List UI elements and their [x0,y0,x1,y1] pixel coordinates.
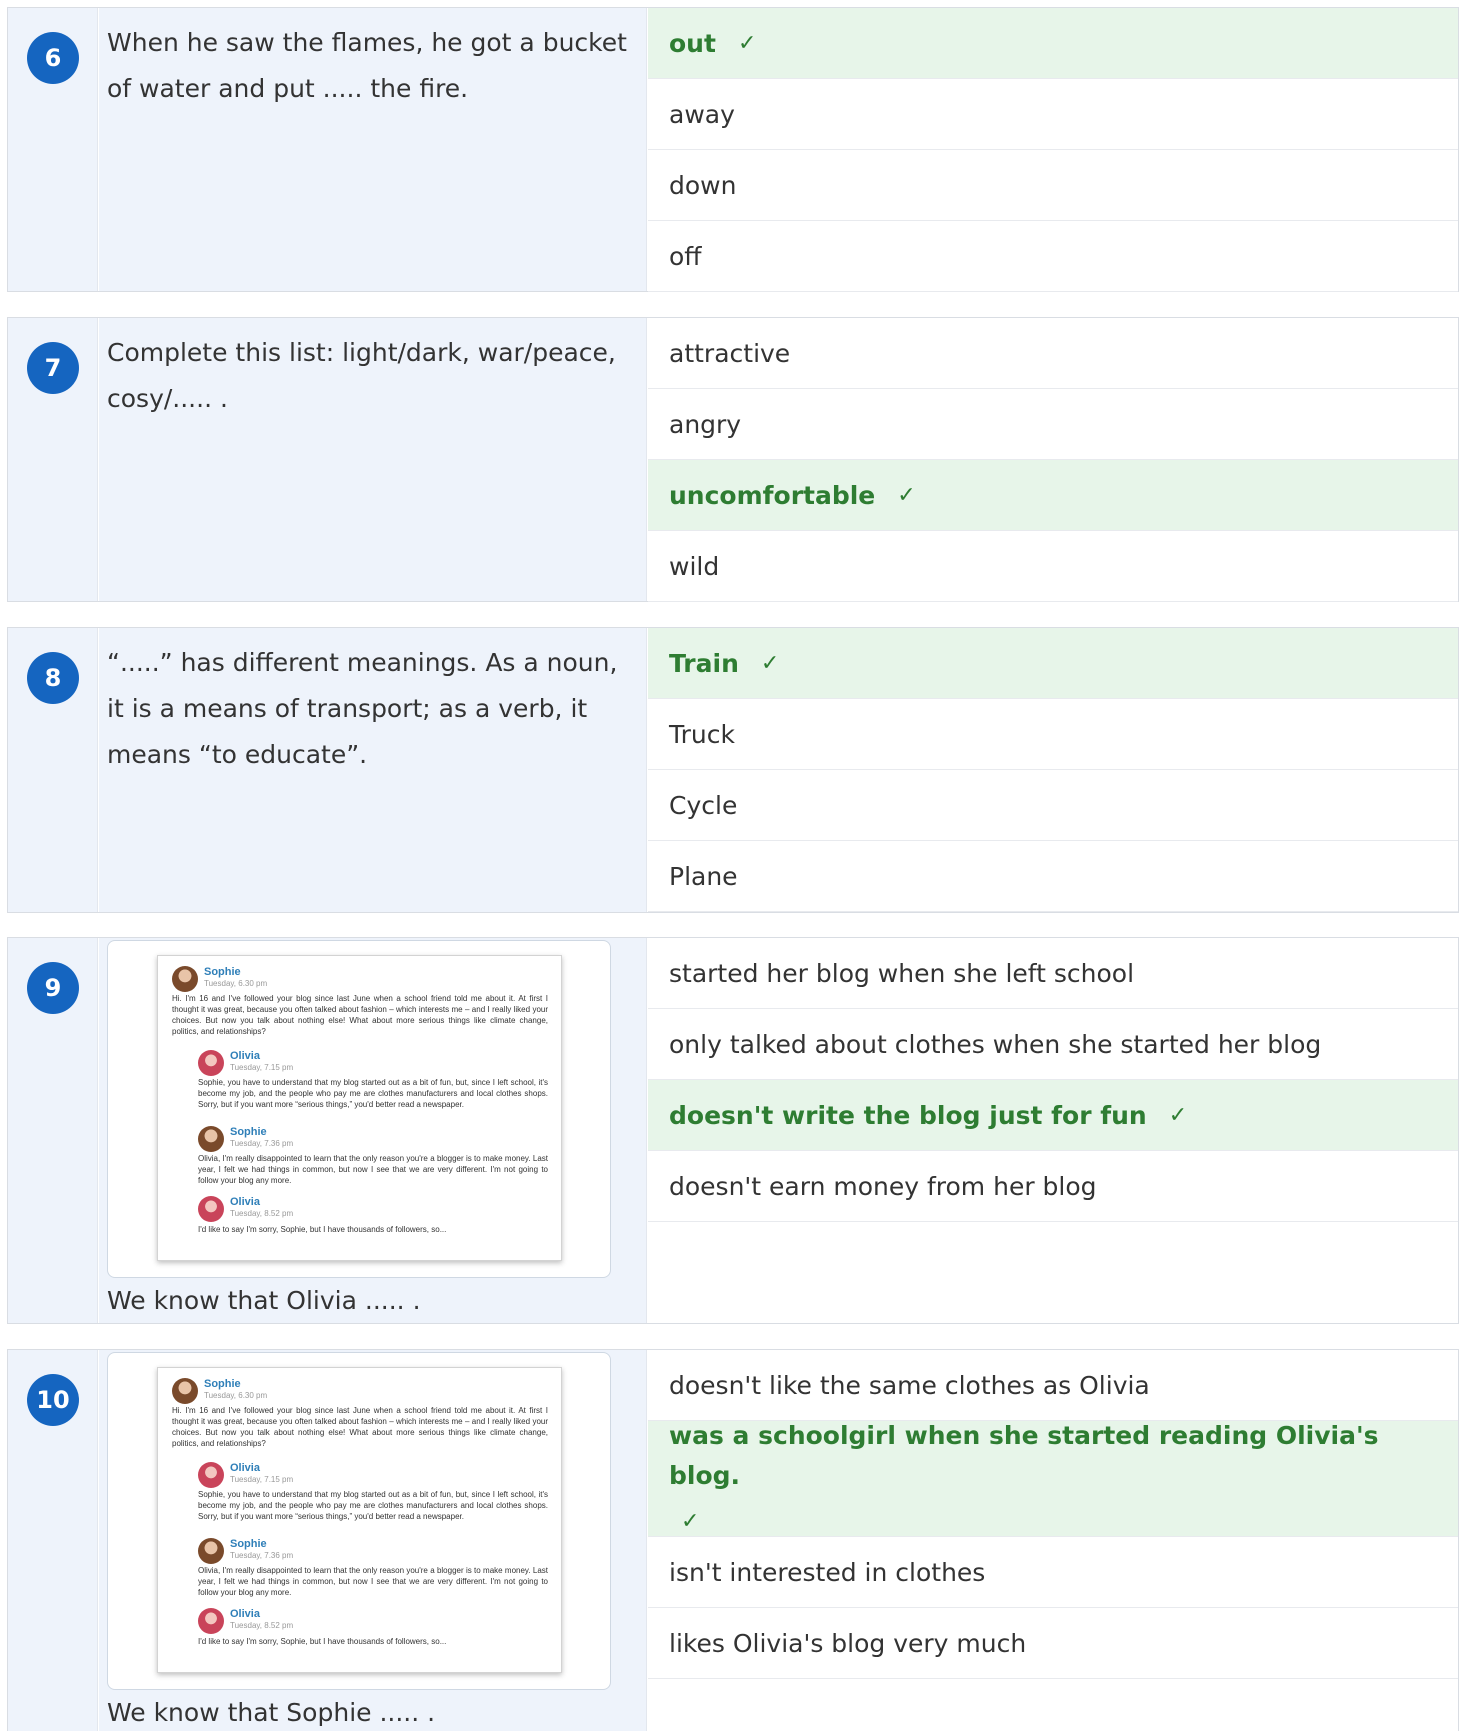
message-text: Sophie, you have to understand that my b… [198,1490,548,1521]
check-icon: ✓ [897,482,916,508]
question-text-cell: When he saw the flames, he got a bucket … [99,8,647,291]
avatar [198,1538,224,1564]
message-time: Tuesday, 6.30 pm [204,1391,268,1400]
option-label: out [669,28,716,58]
answer-option[interactable]: off [648,221,1458,292]
question-number-cell: 8 [8,628,98,912]
answer-option[interactable]: Cycle [648,770,1458,841]
avatar [198,1608,224,1634]
question-card-9: 9 Sophie Tuesday, 6.30 pm Hi. I'm 16 and… [7,937,1459,1324]
avatar [198,1050,224,1076]
answer-options: out ✓ away down off [648,8,1458,292]
answer-options: attractive angry uncomfortable ✓ wild [648,318,1458,602]
question-number-cell: 9 [8,938,98,1323]
blog-post-image: Sophie Tuesday, 6.30 pm Hi. I'm 16 and I… [157,955,562,1261]
question-prompt: “.....” has different meanings. As a nou… [107,648,618,769]
avatar [198,1462,224,1488]
message-author: Olivia [230,1462,260,1474]
answer-option[interactable]: away [648,79,1458,150]
question-card-7: 7 Complete this list: light/dark, war/pe… [7,317,1459,602]
message-text: Olivia, I'm really disappointed to learn… [198,1566,548,1597]
message-author: Sophie [204,966,241,978]
answer-options: doesn't like the same clothes as Olivia … [648,1350,1458,1731]
option-label: was a schoolgirl when she started readin… [669,1420,1379,1490]
message-time: Tuesday, 8.52 pm [230,1621,294,1630]
question-text-cell: Sophie Tuesday, 6.30 pm Hi. I'm 16 and I… [99,1350,647,1731]
answer-options: started her blog when she left school on… [648,938,1458,1323]
answer-option[interactable]: Truck [648,699,1458,770]
avatar [198,1196,224,1222]
answer-option[interactable]: attractive [648,318,1458,389]
question-number-badge: 9 [27,962,79,1014]
question-caption: We know that Olivia ..... . [107,1286,421,1315]
answer-option-correct[interactable]: doesn't write the blog just for fun ✓ [648,1080,1458,1151]
answer-option[interactable]: down [648,150,1458,221]
message-author: Olivia [230,1196,260,1208]
check-icon: ✓ [681,1508,700,1534]
answer-option-correct[interactable]: uncomfortable ✓ [648,460,1458,531]
avatar [198,1126,224,1152]
blog-image-thumbnail[interactable]: Sophie Tuesday, 6.30 pm Hi. I'm 16 and I… [107,940,611,1278]
answer-option[interactable]: isn't interested in clothes [648,1537,1458,1608]
question-text-cell: Complete this list: light/dark, war/peac… [99,318,647,601]
answer-option[interactable]: only talked about clothes when she start… [648,1009,1458,1080]
answer-option[interactable]: angry [648,389,1458,460]
message-text: Hi. I'm 16 and I've followed your blog s… [172,994,548,1036]
message-time: Tuesday, 6.30 pm [204,979,268,988]
answer-option[interactable]: wild [648,531,1458,602]
answer-option[interactable]: Plane [648,841,1458,912]
question-number-cell: 10 [8,1350,98,1731]
message-text: Sophie, you have to understand that my b… [198,1078,548,1109]
option-label: Train [669,648,739,678]
question-card-8: 8 “.....” has different meanings. As a n… [7,627,1459,913]
message-text: I'd like to say I'm sorry, Sophie, but I… [198,1225,447,1234]
question-number-cell: 7 [8,318,98,601]
answer-option-correct[interactable]: was a schoolgirl when she started readin… [648,1421,1458,1537]
question-prompt: When he saw the flames, he got a bucket … [107,28,627,103]
message-time: Tuesday, 7.36 pm [230,1551,294,1560]
message-time: Tuesday, 8.52 pm [230,1209,294,1218]
answer-option[interactable]: likes Olivia's blog very much [648,1608,1458,1679]
question-text-cell: “.....” has different meanings. As a nou… [99,628,647,912]
question-card-10: 10 Sophie Tuesday, 6.30 pm Hi. I'm 16 an… [7,1349,1459,1731]
message-time: Tuesday, 7.15 pm [230,1063,294,1072]
check-icon: ✓ [1168,1102,1188,1128]
question-number-badge: 7 [27,342,79,394]
answer-option[interactable]: started her blog when she left school [648,938,1458,1009]
question-prompt: Complete this list: light/dark, war/peac… [107,338,616,413]
check-icon: ✓ [737,30,757,56]
check-icon: ✓ [760,650,780,676]
avatar [172,966,198,992]
answer-option[interactable]: doesn't earn money from her blog [648,1151,1458,1222]
question-number-cell: 6 [8,8,98,291]
question-number-badge: 10 [27,1374,79,1426]
message-time: Tuesday, 7.36 pm [230,1139,294,1148]
answer-option-correct[interactable]: Train ✓ [648,628,1458,699]
option-label: uncomfortable [669,480,876,510]
avatar [172,1378,198,1404]
answer-option[interactable]: doesn't like the same clothes as Olivia [648,1350,1458,1421]
message-author: Olivia [230,1050,260,1062]
message-text: Olivia, I'm really disappointed to learn… [198,1154,548,1185]
message-author: Sophie [230,1538,267,1550]
message-author: Sophie [204,1378,241,1390]
option-label: doesn't write the blog just for fun [669,1100,1147,1130]
question-number-badge: 6 [27,32,79,84]
message-text: I'd like to say I'm sorry, Sophie, but I… [198,1637,447,1646]
question-caption: We know that Sophie ..... . [107,1698,436,1727]
question-text-cell: Sophie Tuesday, 6.30 pm Hi. I'm 16 and I… [99,938,647,1323]
blog-post-image: Sophie Tuesday, 6.30 pm Hi. I'm 16 and I… [157,1367,562,1673]
message-text: Hi. I'm 16 and I've followed your blog s… [172,1406,548,1448]
message-author: Olivia [230,1608,260,1620]
question-card-6: 6 When he saw the flames, he got a bucke… [7,7,1459,292]
answer-option-correct[interactable]: out ✓ [648,8,1458,79]
message-author: Sophie [230,1126,267,1138]
answer-options: Train ✓ Truck Cycle Plane [648,628,1458,912]
message-time: Tuesday, 7.15 pm [230,1475,294,1484]
blog-image-thumbnail[interactable]: Sophie Tuesday, 6.30 pm Hi. I'm 16 and I… [107,1352,611,1690]
question-number-badge: 8 [27,652,79,704]
